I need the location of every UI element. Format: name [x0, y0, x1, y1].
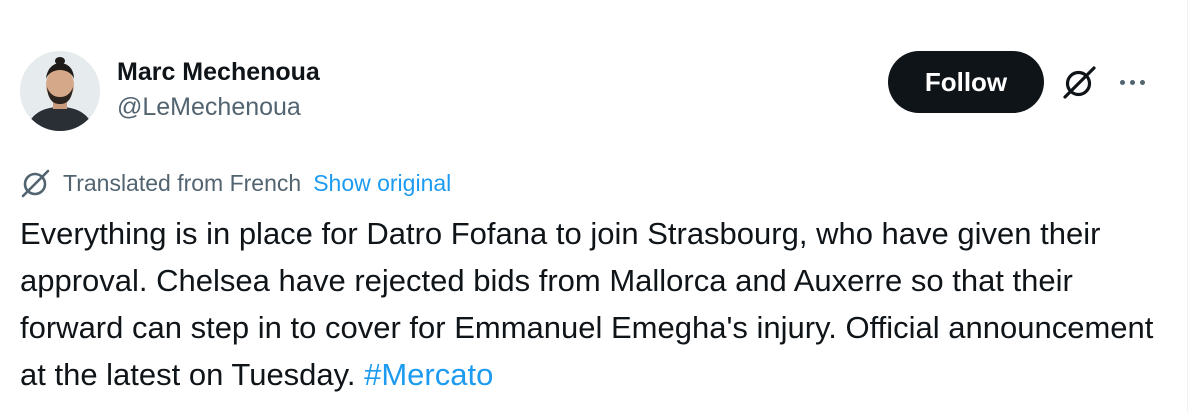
avatar[interactable] [20, 51, 100, 131]
author-names: Marc Mechenoua @LeMechenoua [117, 55, 320, 125]
hashtag-link[interactable]: #Mercato [364, 357, 493, 392]
tweet-card: Marc Mechenoua @LeMechenoua Follow Trans… [0, 0, 1194, 412]
more-dot [1139, 79, 1145, 85]
translated-label: Translated from French [63, 169, 302, 196]
show-original-link[interactable]: Show original [313, 170, 451, 197]
tweet-text: Everything is in place for Datro Fofana … [20, 210, 1170, 398]
translation-bar: Translated from French Show original [20, 168, 451, 198]
more-icon[interactable] [1112, 62, 1152, 102]
tweet-body: Everything is in place for Datro Fofana … [20, 216, 1154, 392]
divider [1187, 0, 1188, 412]
tweet-header: Marc Mechenoua @LeMechenoua Follow [20, 51, 1174, 133]
follow-button[interactable]: Follow [888, 51, 1044, 113]
display-name[interactable]: Marc Mechenoua [117, 55, 320, 89]
grok-icon[interactable] [1058, 60, 1102, 104]
translate-icon [20, 168, 52, 198]
more-dot [1119, 79, 1125, 85]
more-dot [1129, 79, 1135, 85]
header-actions: Follow [888, 51, 1152, 113]
user-handle[interactable]: @LeMechenoua [117, 89, 320, 125]
